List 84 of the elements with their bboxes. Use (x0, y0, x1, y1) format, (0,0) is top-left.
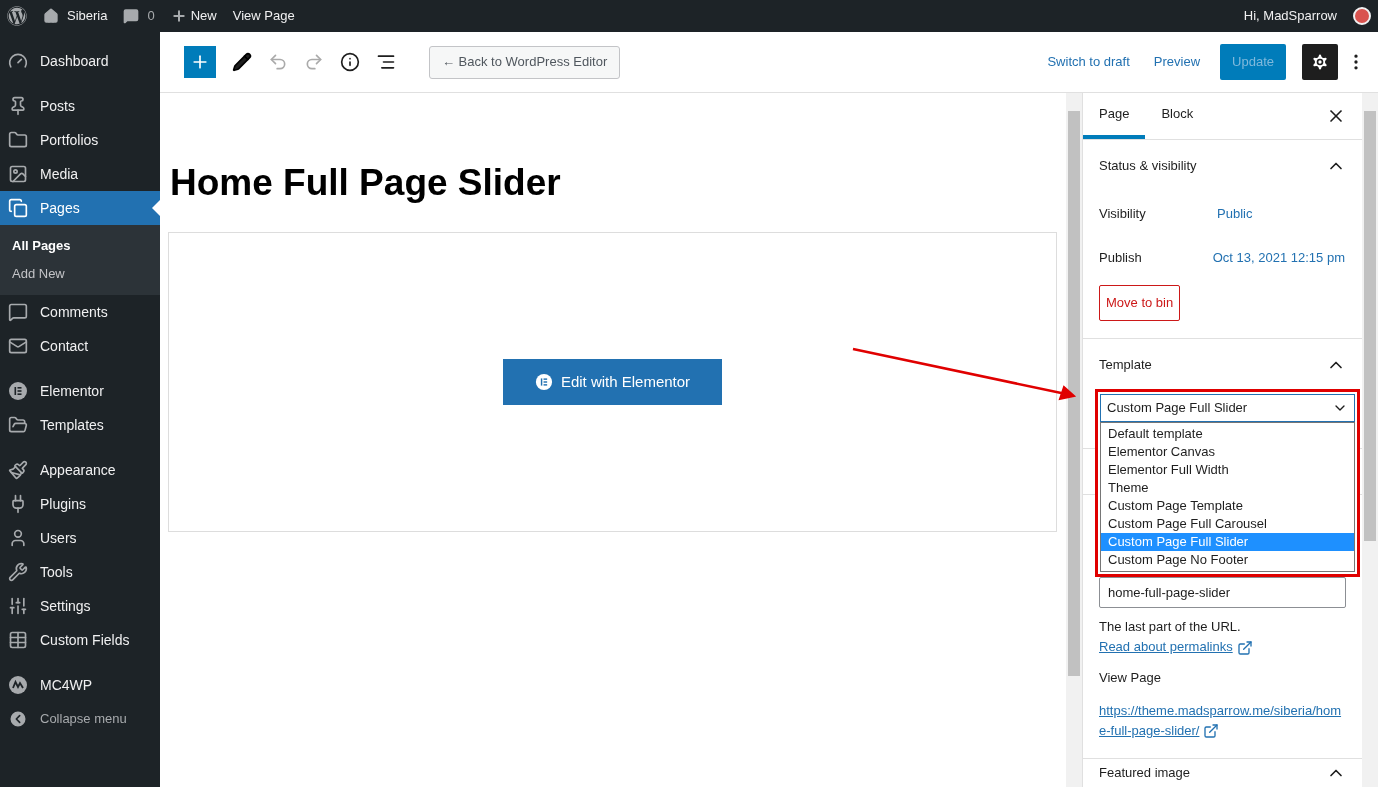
plus-icon (170, 8, 187, 24)
menu-item[interactable]: Tools (0, 555, 160, 589)
comments-link[interactable]: 0 (123, 6, 155, 26)
pencil-icon[interactable] (232, 52, 252, 72)
list-view-icon[interactable] (376, 52, 396, 72)
info-icon[interactable] (340, 52, 360, 72)
submenu-item[interactable]: Add New (0, 260, 160, 288)
dropdown-option[interactable]: Custom Page Full Carousel (1101, 515, 1354, 533)
slug-field[interactable]: home-full-page-slider (1099, 577, 1346, 608)
brush-icon (8, 460, 28, 480)
dropdown-option[interactable]: Default template (1101, 425, 1354, 443)
help-text: The last part of the URL. Read about permalinks (1099, 617, 1346, 657)
menu-item[interactable]: Pages (0, 191, 160, 225)
mail-icon (8, 336, 28, 356)
collapse-icon (8, 709, 28, 729)
menu-item[interactable]: Settings (0, 589, 160, 623)
wordpress-logo-icon[interactable] (7, 6, 27, 26)
field-value-link[interactable]: Oct 13, 2021 12:15 pm (1211, 248, 1346, 268)
add-block-button[interactable] (184, 46, 216, 78)
menu-item[interactable]: Custom Fields (0, 623, 160, 657)
pin-icon (8, 96, 28, 116)
pages-icon (8, 198, 28, 218)
menu-item[interactable]: Comments (0, 295, 160, 329)
account-link[interactable]: Hi, MadSparrow (1243, 6, 1337, 26)
menu-item[interactable]: Media (0, 157, 160, 191)
external-link-icon (1236, 639, 1253, 656)
comment-icon (8, 302, 28, 322)
menu-item[interactable]: Posts (0, 89, 160, 123)
edit-with-elementor-button[interactable]: Edit with Elementor (503, 359, 722, 405)
back-to-editor-button[interactable]: ← Back to WordPress Editor (429, 45, 621, 79)
preview-link[interactable]: Preview (1141, 52, 1213, 72)
field-value-link[interactable]: Public (1216, 204, 1254, 224)
page-url-link[interactable]: https://theme.madsparrow.me/siberia/home-full-page-slider/ (1099, 700, 1346, 741)
comment-icon (123, 8, 140, 24)
elementor-icon (534, 373, 553, 391)
home-icon (43, 8, 59, 24)
collapse-menu-button[interactable]: Collapse menu (0, 702, 160, 736)
table-icon (8, 630, 28, 650)
new-link[interactable]: New (170, 6, 217, 26)
menu-item[interactable]: Portfolios (0, 123, 160, 157)
view-page-link[interactable]: View Page (232, 6, 295, 26)
submenu-item[interactable]: All Pages (0, 232, 160, 260)
switch-to-draft-link[interactable]: Switch to draft (1035, 52, 1142, 72)
permalinks-link[interactable]: Read about permalinks (1099, 639, 1233, 654)
external-link-icon (1203, 723, 1220, 740)
dropdown-option[interactable]: Elementor Canvas (1101, 443, 1354, 461)
wrench-icon (8, 562, 28, 582)
mailchimp-icon (8, 675, 28, 695)
section-title[interactable]: Featured image (1099, 763, 1191, 783)
menu-item[interactable]: Contact (0, 329, 160, 363)
menu-item[interactable]: Templates (0, 408, 160, 442)
dropdown-option[interactable]: Custom Page No Footer (1101, 551, 1354, 569)
gear-icon (1310, 52, 1330, 72)
page-title[interactable]: Home Full Page Slider (170, 161, 1057, 205)
field-label: Visibility (1099, 205, 1147, 224)
avatar (1353, 7, 1371, 25)
menu-item[interactable]: Users (0, 521, 160, 555)
settings-button[interactable] (1302, 44, 1338, 80)
folder-icon (8, 415, 28, 435)
folder-icon (8, 130, 28, 150)
menu-item[interactable]: Elementor (0, 374, 160, 408)
scrollbar[interactable] (1362, 93, 1378, 787)
dropdown-option[interactable]: Custom Page Template (1101, 497, 1354, 515)
section-title[interactable]: Status & visibility (1099, 156, 1197, 176)
media-icon (8, 164, 28, 184)
dashboard-icon (8, 51, 28, 71)
view-page-label: View Page (1099, 669, 1162, 687)
site-link[interactable]: Siberia (43, 6, 108, 26)
section-title[interactable]: Template (1099, 355, 1152, 375)
scrollbar[interactable] (1066, 93, 1082, 787)
menu-item[interactable]: MC4WP (0, 668, 160, 702)
menu-item[interactable]: Appearance (0, 453, 160, 487)
dropdown-option[interactable]: Elementor Full Width (1101, 461, 1354, 479)
dropdown-option[interactable]: Theme (1101, 479, 1354, 497)
sliders-icon (8, 596, 28, 616)
user-icon (8, 528, 28, 548)
menu-item[interactable]: Plugins (0, 487, 160, 521)
move-to-bin-button[interactable]: Move to bin (1099, 285, 1181, 321)
menu-item[interactable]: Dashboard (0, 44, 160, 78)
elementor-icon (8, 381, 28, 401)
sidebar-tab[interactable]: Page (1083, 93, 1146, 139)
template-select[interactable]: Custom Page Full Slider (1100, 394, 1355, 422)
field-label: Publish (1099, 249, 1143, 268)
sidebar-tab[interactable]: Block (1145, 93, 1210, 139)
